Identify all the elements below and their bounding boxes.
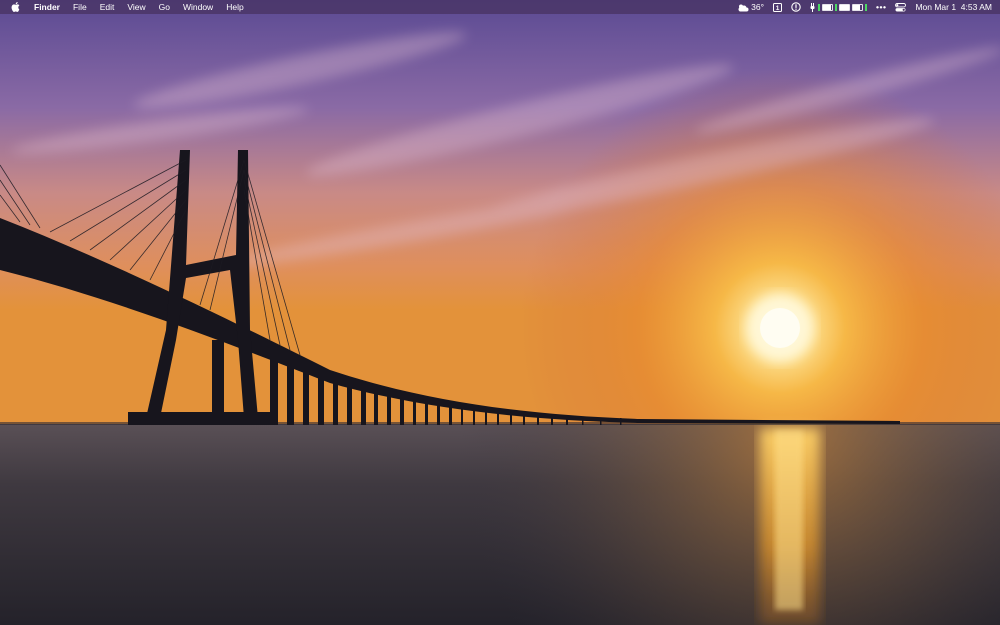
battery-accent-bar — [865, 3, 868, 11]
calendar-status[interactable]: 1 — [773, 0, 783, 14]
weather-temp: 36° — [751, 2, 765, 12]
menu-go[interactable]: Go — [159, 0, 170, 14]
battery-accent-bar — [835, 3, 838, 11]
calendar-icon: 1 — [773, 2, 783, 12]
battery-status-icon[interactable] — [810, 0, 868, 14]
menu-edit[interactable]: Edit — [100, 0, 115, 14]
clock[interactable]: Mon Mar 1 4:53 AM — [915, 0, 992, 14]
menu-file[interactable]: File — [73, 0, 87, 14]
menu-view[interactable]: View — [127, 0, 145, 14]
menu-bar-left: Finder File Edit View Go Window Help — [11, 0, 257, 14]
desktop[interactable]: Finder File Edit View Go Window Help 36°… — [0, 0, 1000, 625]
info-icon — [791, 2, 801, 12]
weather-status[interactable]: 36° — [737, 0, 764, 14]
plug-icon — [810, 2, 815, 12]
menu-window[interactable]: Window — [183, 0, 213, 14]
control-center-button[interactable] — [895, 0, 907, 14]
menu-bar: Finder File Edit View Go Window Help 36°… — [0, 0, 1000, 14]
menu-bar-right: 36° 1 ••• Mon Mar 1 4:53 AM — [728, 0, 992, 14]
battery-cell — [852, 3, 864, 11]
control-center-icon — [895, 2, 907, 12]
battery-cell — [822, 3, 834, 11]
battery-cell — [839, 3, 851, 11]
more-icon[interactable]: ••• — [876, 0, 886, 14]
info-status[interactable] — [791, 0, 801, 14]
battery-accent-bar — [818, 3, 821, 11]
menu-app-finder[interactable]: Finder — [34, 0, 60, 14]
bridge-sunset-wallpaper — [0, 0, 1000, 625]
apple-logo-icon[interactable] — [11, 0, 23, 14]
weather-partly-cloudy-icon — [737, 3, 749, 12]
menu-help[interactable]: Help — [226, 0, 243, 14]
